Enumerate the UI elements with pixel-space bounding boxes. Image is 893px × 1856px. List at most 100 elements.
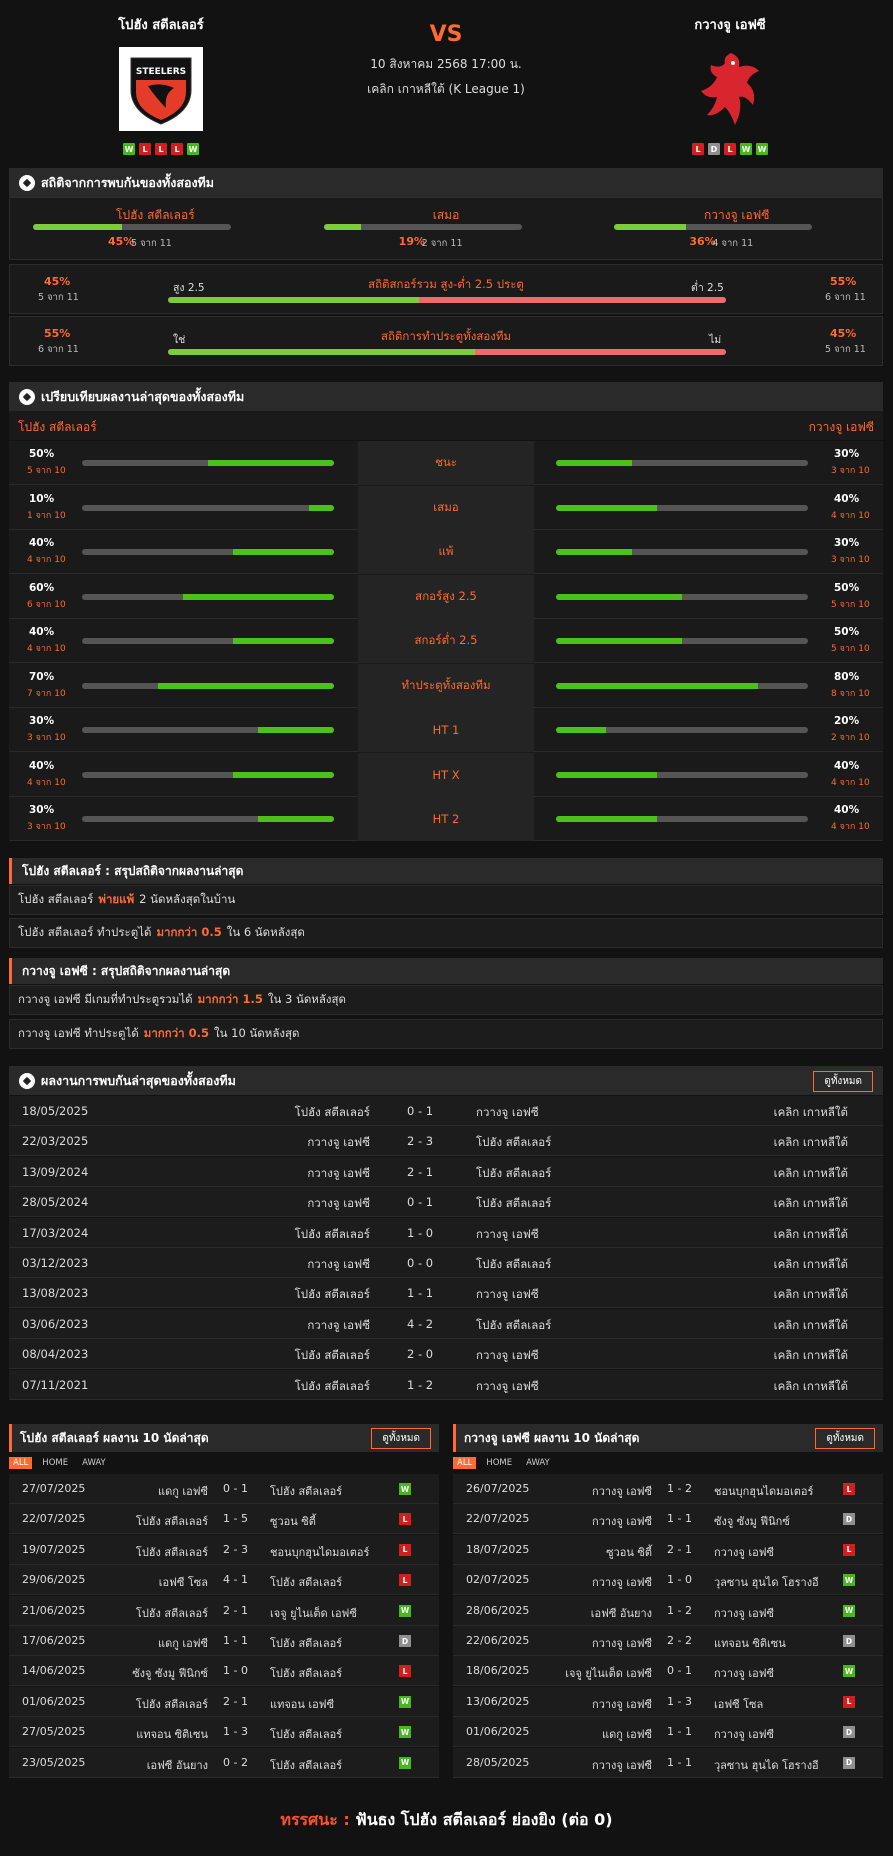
home-team-name[interactable]: กวางจู เอฟซี: [592, 1695, 652, 1713]
last10-row[interactable]: 01/06/2025 แดกู เอฟซี 1 - 1 กวางจู เอฟซี D: [453, 1717, 883, 1748]
last10-row[interactable]: 19/07/2025 โปฮัง สตีลเลอร์ 2 - 3 ชอนบุกฮุนไ…: [9, 1534, 439, 1565]
away-team-name[interactable]: กวางจู เอฟซี: [714, 1543, 774, 1561]
away-team-name[interactable]: วุลซาน ฮุนได โฮรางอี: [714, 1756, 819, 1774]
away-team-name[interactable]: แทจอน เอฟซี: [270, 1695, 334, 1713]
last10-row[interactable]: 27/05/2025 แทจอน ซิติเซน 1 - 3 โปฮัง สตีลเล…: [9, 1717, 439, 1748]
tab-away[interactable]: AWAY: [522, 1457, 554, 1469]
league-name[interactable]: เคลิก เกาหลีใต้: [774, 1226, 848, 1244]
h2h-result-row[interactable]: 28/05/2024 กวางจู เอฟซี 0 - 1 โปฮัง สตีลเลอ…: [9, 1187, 883, 1218]
home-team-name[interactable]: โปฮัง สตีลเลอร์: [295, 1347, 370, 1365]
home-team-name[interactable]: โปฮัง สตีลเลอร์: [295, 1286, 370, 1304]
last10-row[interactable]: 23/05/2025 เอฟซี อันยาง 0 - 2 โปฮัง สตีลเลอ…: [9, 1747, 439, 1778]
home-team-name[interactable]: แทจอน ซิติเซน: [136, 1725, 208, 1743]
away-team[interactable]: กวางจู เอฟซี LDLWW: [640, 14, 820, 155]
home-team-name[interactable]: กวางจู เอฟซี: [592, 1756, 652, 1774]
h2h-result-row[interactable]: 17/03/2024 โปฮัง สตีลเลอร์ 1 - 0 กวางจู เอฟ…: [9, 1217, 883, 1248]
home-team-name[interactable]: โปฮัง สตีลเลอร์: [136, 1695, 208, 1713]
home-team-name[interactable]: แดกู เอฟซี: [158, 1482, 208, 1500]
last10-row[interactable]: 28/06/2025 เอฟซี อันยาง 1 - 2 กวางจู เอฟซี W: [453, 1595, 883, 1626]
last10-row[interactable]: 22/07/2025 โปฮัง สตีลเลอร์ 1 - 5 ซูวอน ซิตี…: [9, 1504, 439, 1535]
league-name[interactable]: เคลิก เกาหลีใต้: [774, 1104, 848, 1122]
home-team-name[interactable]: โปฮัง สตีลเลอร์: [136, 1512, 208, 1530]
away-team-name[interactable]: โปฮัง สตีลเลอร์: [270, 1664, 342, 1682]
last10-row[interactable]: 14/06/2025 ซังจู ซังมู ฟีนิกซ์ 1 - 0 โปฮัง …: [9, 1656, 439, 1687]
h2h-result-row[interactable]: 13/08/2023 โปฮัง สตีลเลอร์ 1 - 1 กวางจู เอฟ…: [9, 1278, 883, 1309]
home-team-name[interactable]: โปฮัง สตีลเลอร์: [295, 1226, 370, 1244]
away-team-name[interactable]: เจจู ยูไนเต็ด เอฟซี: [270, 1604, 357, 1622]
home-team-name[interactable]: กวางจู เอฟซี: [592, 1634, 652, 1652]
away-team-name[interactable]: เอฟซี โซล: [714, 1695, 763, 1713]
away-team-name[interactable]: กวางจู เอฟซี: [640, 14, 820, 35]
away-team-name[interactable]: กวางจู เอฟซี: [476, 1347, 539, 1365]
last10-row[interactable]: 18/07/2025 ซูวอน ซิตี้ 2 - 1 กวางจู เอฟซี L: [453, 1534, 883, 1565]
last10-row[interactable]: 02/07/2025 กวางจู เอฟซี 1 - 0 วุลซาน ฮุนได …: [453, 1565, 883, 1596]
h2h-result-row[interactable]: 03/06/2023 กวางจู เอฟซี 4 - 2 โปฮัง สตีลเลอ…: [9, 1308, 883, 1339]
home-team-name[interactable]: โปฮัง สตีลเลอร์: [71, 14, 251, 35]
away-team-name[interactable]: ซูวอน ซิตี้: [270, 1512, 316, 1530]
away-team-name[interactable]: กวางจู เอฟซี: [476, 1286, 539, 1304]
home-team-name[interactable]: กวางจู เอฟซี: [592, 1512, 652, 1530]
away-team-name[interactable]: โปฮัง สตีลเลอร์: [270, 1482, 342, 1500]
league-name[interactable]: เคลิก เกาหลีใต้: [774, 1286, 848, 1304]
last10-row[interactable]: 22/07/2025 กวางจู เอฟซี 1 - 1 ซังจู ซังมู ฟ…: [453, 1504, 883, 1535]
away-team-name[interactable]: โปฮัง สตีลเลอร์: [476, 1134, 551, 1152]
away-team-name[interactable]: ชอนบุกฮุนไดมอเตอร์: [270, 1543, 369, 1561]
away-team-name[interactable]: โปฮัง สตีลเลอร์: [476, 1165, 551, 1183]
league-name[interactable]: เคลิก เกาหลีใต้: [774, 1347, 848, 1365]
away-team-name[interactable]: แทจอน ซิติเซน: [714, 1634, 786, 1652]
league-name[interactable]: เคลิก เกาหลีใต้: [774, 1195, 848, 1213]
away-team-name[interactable]: ซังจู ซังมู ฟีนิกซ์: [714, 1512, 790, 1530]
league-name[interactable]: เคลิก เกาหลีใต้: [774, 1134, 848, 1152]
h2h-result-row[interactable]: 22/03/2025 กวางจู เอฟซี 2 - 3 โปฮัง สตีลเลอ…: [9, 1126, 883, 1157]
tab-all[interactable]: ALL: [453, 1457, 477, 1469]
away-team-name[interactable]: กวางจู เอฟซี: [476, 1104, 539, 1122]
last10-row[interactable]: 28/05/2025 กวางจู เอฟซี 1 - 1 วุลซาน ฮุนได …: [453, 1747, 883, 1778]
away-team-name[interactable]: กวางจู เอฟซี: [714, 1664, 774, 1682]
tab-home[interactable]: HOME: [38, 1457, 72, 1469]
home-team-name[interactable]: กวางจู เอฟซี: [592, 1573, 652, 1591]
away-team-name[interactable]: วุลซาน ฮุนได โฮรางอี: [714, 1573, 819, 1591]
home-team-name[interactable]: เอฟซี อันยาง: [591, 1604, 652, 1622]
away-team-name[interactable]: โปฮัง สตีลเลอร์: [270, 1634, 342, 1652]
home-team-name[interactable]: กวางจู เอฟซี: [307, 1195, 370, 1213]
last10-row[interactable]: 22/06/2025 กวางจู เอฟซี 2 - 2 แทจอน ซิติเซน…: [453, 1626, 883, 1656]
away-team-name[interactable]: โปฮัง สตีลเลอร์: [270, 1725, 342, 1743]
home-team-name[interactable]: ซังจู ซังมู ฟีนิกซ์: [132, 1664, 208, 1682]
last10-row[interactable]: 17/06/2025 แดกู เอฟซี 1 - 1 โปฮัง สตีลเลอร์…: [9, 1626, 439, 1656]
tab-all[interactable]: ALL: [9, 1457, 33, 1469]
h2h-result-row[interactable]: 08/04/2023 โปฮัง สตีลเลอร์ 2 - 0 กวางจู เอฟ…: [9, 1339, 883, 1370]
league-name[interactable]: เคลิก เกาหลีใต้: [774, 1317, 848, 1335]
h2h-result-row[interactable]: 13/09/2024 กวางจู เอฟซี 2 - 1 โปฮัง สตีลเลอ…: [9, 1156, 883, 1187]
away-team-name[interactable]: กวางจู เอฟซี: [476, 1378, 539, 1396]
away-team-name[interactable]: ชอนบุกฮุนไดมอเตอร์: [714, 1482, 813, 1500]
last10-row[interactable]: 26/07/2025 กวางจู เอฟซี 1 - 2 ชอนบุกฮุนไดมอ…: [453, 1474, 883, 1504]
last10-row[interactable]: 18/06/2025 เจจู ยูไนเต็ด เอฟซี 0 - 1 กวางจู…: [453, 1656, 883, 1687]
last10-row[interactable]: 01/06/2025 โปฮัง สตีลเลอร์ 2 - 1 แทจอน เอฟซ…: [9, 1686, 439, 1717]
tab-home[interactable]: HOME: [482, 1457, 516, 1469]
home-team-name[interactable]: ซูวอน ซิตี้: [606, 1543, 652, 1561]
away-team-name[interactable]: กวางจู เอฟซี: [714, 1725, 774, 1743]
home-team[interactable]: โปฮัง สตีลเลอร์ STEELERS WLLLW: [71, 14, 251, 155]
h2h-result-row[interactable]: 07/11/2021 โปฮัง สตีลเลอร์ 1 - 2 กวางจู เอฟ…: [9, 1369, 883, 1400]
last10-row[interactable]: 21/06/2025 โปฮัง สตีลเลอร์ 2 - 1 เจจู ยูไนเ…: [9, 1595, 439, 1626]
home-team-name[interactable]: แดกู เอฟซี: [158, 1634, 208, 1652]
home-team-name[interactable]: กวางจู เอฟซี: [307, 1256, 370, 1274]
away-team-name[interactable]: กวางจู เอฟซี: [714, 1604, 774, 1622]
home-team-name[interactable]: กวางจู เอฟซี: [592, 1482, 652, 1500]
league-name[interactable]: เคลิก เกาหลีใต้: [774, 1256, 848, 1274]
home-team-name[interactable]: เอฟซี โซล: [159, 1573, 208, 1591]
away-team-name[interactable]: โปฮัง สตีลเลอร์: [270, 1756, 342, 1774]
home-team-name[interactable]: เจจู ยูไนเต็ด เอฟซี: [565, 1664, 652, 1682]
view-all-button[interactable]: ดูทั้งหมด: [371, 1428, 431, 1449]
home-team-name[interactable]: โปฮัง สตีลเลอร์: [295, 1378, 370, 1396]
league-name[interactable]: เคลิก เกาหลีใต้: [774, 1165, 848, 1183]
home-team-name[interactable]: เอฟซี อันยาง: [147, 1756, 208, 1774]
away-team-name[interactable]: โปฮัง สตีลเลอร์: [476, 1317, 551, 1335]
h2h-result-row[interactable]: 18/05/2025 โปฮัง สตีลเลอร์ 0 - 1 กวางจู เอฟ…: [9, 1096, 883, 1126]
away-team-name[interactable]: โปฮัง สตีลเลอร์: [476, 1256, 551, 1274]
view-all-button[interactable]: ดูทั้งหมด: [813, 1071, 873, 1092]
league-name[interactable]: เคลิก เกาหลีใต้: [774, 1378, 848, 1396]
home-team-name[interactable]: โปฮัง สตีลเลอร์: [136, 1543, 208, 1561]
tab-away[interactable]: AWAY: [78, 1457, 110, 1469]
home-team-name[interactable]: กวางจู เอฟซี: [307, 1165, 370, 1183]
